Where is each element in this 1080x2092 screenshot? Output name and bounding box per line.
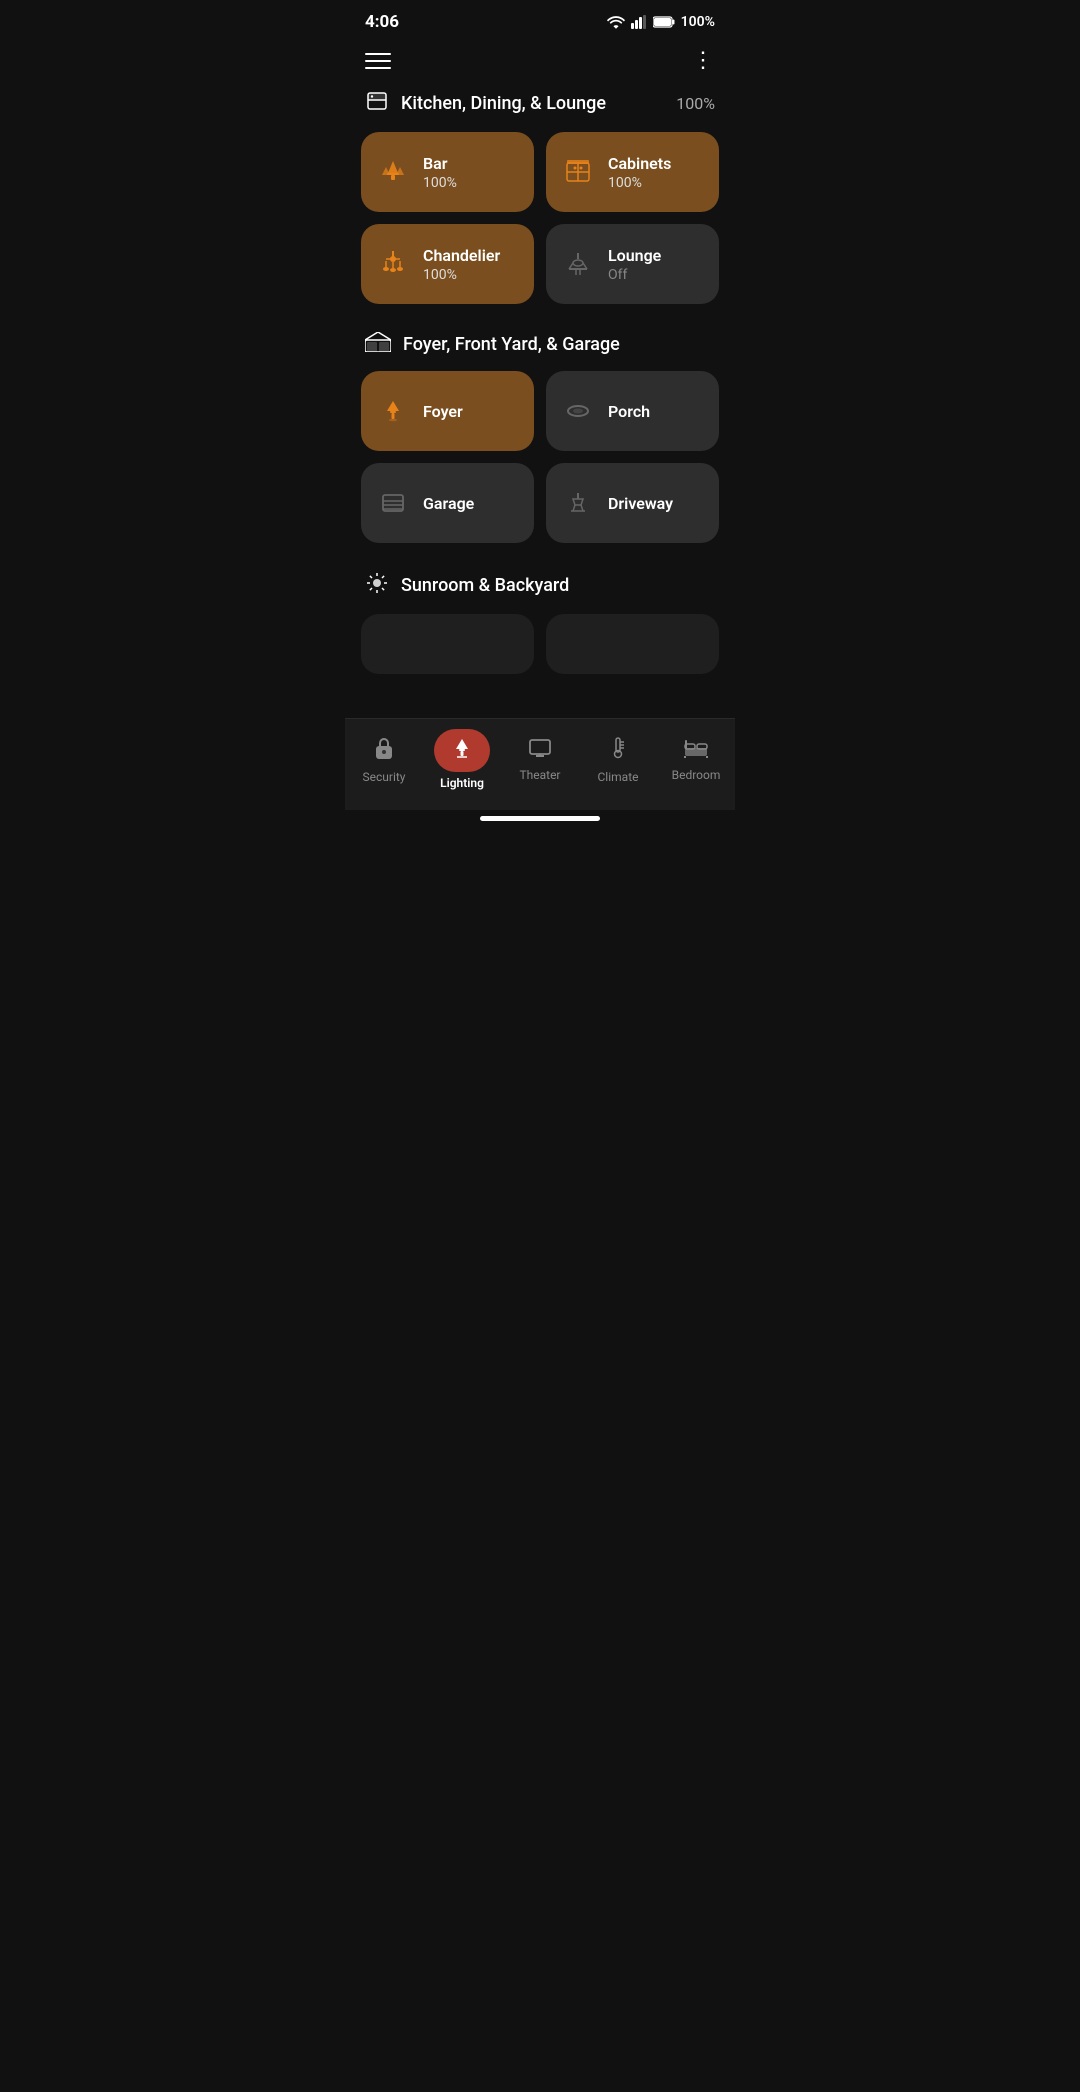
card-status-bar: 100%: [423, 175, 457, 191]
nav-item-lighting[interactable]: Lighting: [432, 729, 492, 790]
card-name-chandelier: Chandelier: [423, 246, 500, 265]
card-name-lounge: Lounge: [608, 246, 661, 265]
bed-icon: [683, 738, 709, 764]
home-indicator: [480, 816, 600, 821]
thermometer-icon: [608, 736, 628, 766]
status-time: 4:06: [365, 12, 399, 32]
card-status-cabinets: 100%: [608, 175, 671, 191]
scroll-content: Kitchen, Dining, & Lounge 100% Bar: [345, 81, 735, 718]
nav-item-security[interactable]: Security: [354, 736, 414, 784]
signal-icon: [631, 15, 647, 29]
card-grid-foyer: Foyer Porch: [361, 371, 719, 543]
card-foyer[interactable]: Foyer: [361, 371, 534, 451]
card-lounge[interactable]: Lounge Off: [546, 224, 719, 304]
card-name-cabinets: Cabinets: [608, 154, 671, 173]
card-chandelier[interactable]: Chandelier 100%: [361, 224, 534, 304]
card-status-chandelier: 100%: [423, 267, 500, 283]
section-sunroom: Sunroom & Backyard: [361, 571, 719, 674]
section-icon-sunroom: [365, 571, 389, 600]
card-cabinets[interactable]: Cabinets 100%: [546, 132, 719, 212]
card-porch[interactable]: Porch: [546, 371, 719, 451]
section-icon-foyer: [365, 332, 391, 357]
card-name-porch: Porch: [608, 402, 650, 421]
card-name-foyer: Foyer: [423, 402, 463, 421]
card-icon-bar: [377, 157, 409, 187]
card-sunroom-1[interactable]: [361, 614, 534, 674]
lock-icon: [373, 736, 395, 766]
nav-label-climate: Climate: [598, 770, 639, 784]
nav-pill-lighting: [434, 729, 490, 772]
section-title-kitchen: Kitchen, Dining, & Lounge: [401, 93, 606, 114]
card-name-garage: Garage: [423, 494, 474, 513]
status-bar: 4:06 100%: [345, 0, 735, 36]
card-icon-lounge: [562, 249, 594, 279]
card-icon-porch: [562, 397, 594, 425]
card-icon-foyer: [377, 397, 409, 425]
card-garage[interactable]: Garage: [361, 463, 534, 543]
card-bar[interactable]: Bar 100%: [361, 132, 534, 212]
nav-label-bedroom: Bedroom: [672, 768, 721, 782]
section-header-foyer: Foyer, Front Yard, & Garage: [361, 332, 719, 357]
section-title-foyer: Foyer, Front Yard, & Garage: [403, 334, 620, 355]
section-header-kitchen: Kitchen, Dining, & Lounge 100%: [361, 89, 719, 118]
wifi-icon: [607, 15, 625, 29]
card-grid-kitchen: Bar 100% Cabinets: [361, 132, 719, 304]
section-kitchen: Kitchen, Dining, & Lounge 100% Bar: [361, 89, 719, 304]
section-icon-kitchen: [365, 89, 389, 118]
battery-pct: 100%: [681, 14, 715, 30]
nav-item-bedroom[interactable]: Bedroom: [666, 738, 726, 782]
status-icons: 100%: [607, 14, 715, 30]
section-pct-kitchen: 100%: [676, 94, 715, 113]
card-driveway[interactable]: Driveway: [546, 463, 719, 543]
top-bar: ⋮: [345, 36, 735, 81]
card-icon-cabinets: [562, 157, 594, 187]
tv-icon: [528, 738, 552, 764]
card-status-lounge: Off: [608, 267, 661, 283]
nav-label-theater: Theater: [519, 768, 560, 782]
nav-label-security: Security: [363, 770, 406, 784]
card-icon-chandelier: [377, 249, 409, 279]
card-icon-driveway: [562, 489, 594, 517]
section-foyer: Foyer, Front Yard, & Garage Foyer: [361, 332, 719, 543]
bottom-nav: Security Lighting Theater: [345, 718, 735, 810]
section-header-sunroom: Sunroom & Backyard: [361, 571, 719, 600]
card-sunroom-2[interactable]: [546, 614, 719, 674]
card-grid-sunroom: [361, 614, 719, 674]
more-options-button[interactable]: ⋮: [692, 48, 715, 73]
lamp-icon: [452, 737, 472, 764]
menu-button[interactable]: [365, 53, 391, 69]
card-name-bar: Bar: [423, 154, 457, 173]
battery-icon: [653, 16, 675, 28]
nav-item-climate[interactable]: Climate: [588, 736, 648, 784]
nav-label-lighting: Lighting: [440, 776, 484, 790]
card-icon-garage: [377, 489, 409, 517]
section-title-sunroom: Sunroom & Backyard: [401, 575, 569, 596]
card-name-driveway: Driveway: [608, 494, 673, 513]
nav-item-theater[interactable]: Theater: [510, 738, 570, 782]
